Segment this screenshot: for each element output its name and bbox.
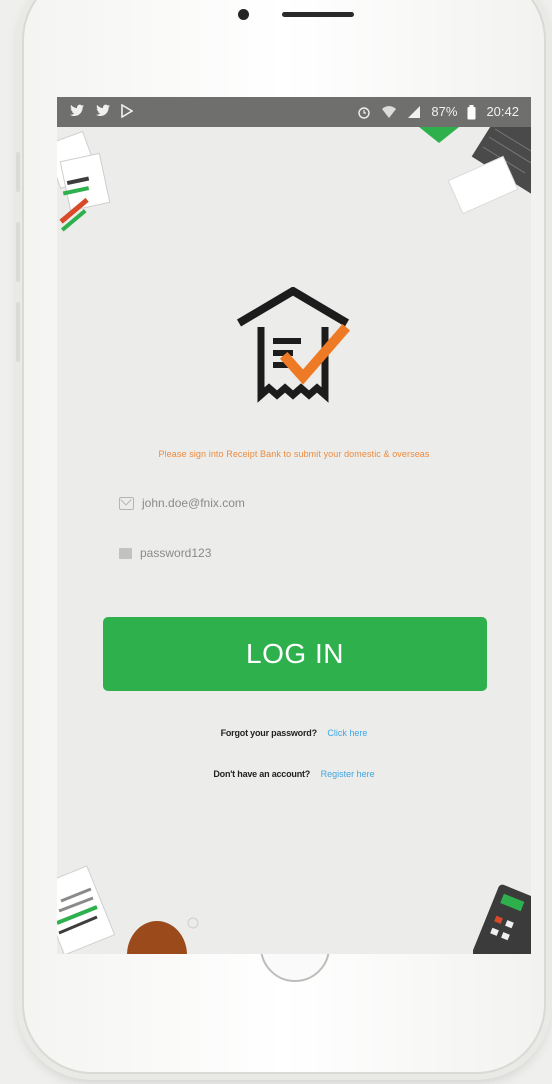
forgot-password-link[interactable]: Click here <box>327 728 367 738</box>
battery-icon <box>467 104 476 119</box>
battery-percent: 87% <box>431 104 458 119</box>
forgot-password-row: Forgot your password? Click here <box>57 728 531 738</box>
speaker-grille <box>282 12 354 17</box>
wifi-icon <box>382 106 397 118</box>
signup-row: Don't have an account? Register here <box>57 769 531 779</box>
status-bar: 87% 20:42 <box>57 97 531 127</box>
signal-icon <box>408 106 421 118</box>
login-button[interactable]: LOG IN <box>103 617 487 691</box>
volume-up-button <box>16 222 20 282</box>
volume-down-button <box>16 302 20 362</box>
receipts-illustration <box>57 130 111 232</box>
play-store-icon <box>121 104 133 118</box>
keyboard-illustration <box>419 127 531 215</box>
phone-screen: 87% 20:42 Please sign into Receipt Bank … <box>57 97 531 954</box>
clock-time: 20:42 <box>486 104 519 119</box>
login-tagline: Please sign into Receipt Bank to submit … <box>158 449 430 459</box>
twitter-icon <box>70 104 84 116</box>
alarm-icon <box>358 107 371 119</box>
twitter-icon <box>96 104 110 116</box>
receipt-house-logo <box>236 287 351 403</box>
desk-illustration <box>57 865 199 954</box>
email-value: john.doe@fnix.com <box>142 496 245 510</box>
password-field[interactable]: password123 <box>119 539 459 567</box>
mute-switch <box>16 152 20 192</box>
mail-icon <box>119 496 134 510</box>
password-value: password123 <box>140 546 212 560</box>
email-field[interactable]: john.doe@fnix.com <box>119 489 459 517</box>
lock-icon <box>119 547 132 559</box>
signup-label: Don't have an account? <box>213 769 311 779</box>
forgot-password-label: Forgot your password? <box>220 728 318 738</box>
calculator-illustration <box>473 884 531 954</box>
register-link[interactable]: Register here <box>321 769 375 779</box>
front-camera <box>238 9 249 20</box>
